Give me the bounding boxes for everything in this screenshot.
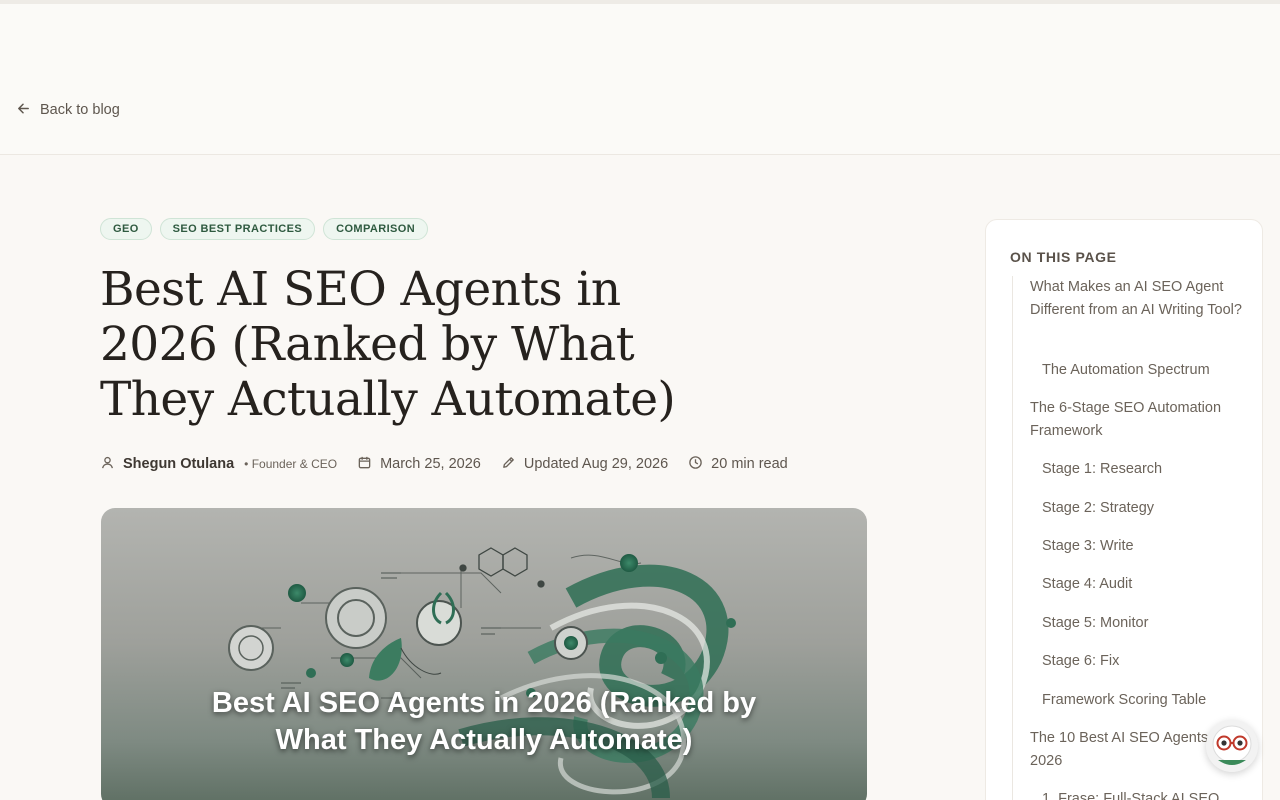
- clock-icon: [688, 455, 703, 474]
- toc-item-ai-seo-agent-vs-writing-tool[interactable]: What Makes an AI SEO Agent Different fro…: [1030, 276, 1242, 321]
- table-of-contents: ON THIS PAGE What Makes an AI SEO Agent …: [985, 219, 1263, 800]
- author-name[interactable]: Shegun Otulana: [123, 456, 234, 472]
- arrow-left-icon: [16, 101, 31, 120]
- tag-geo[interactable]: GEO: [100, 218, 152, 240]
- read-time: 20 min read: [711, 456, 788, 472]
- header-bar: Back to blog: [0, 4, 1280, 155]
- article-meta: Shegun Otulana • Founder & CEO March 25,…: [100, 452, 808, 476]
- published-date-meta: March 25, 2026: [357, 455, 481, 474]
- toc-item-framework-scoring-table[interactable]: Framework Scoring Table: [1042, 689, 1242, 712]
- toc-heading: ON THIS PAGE: [1010, 249, 1117, 265]
- toc-item-6-stage-framework[interactable]: The 6-Stage SEO Automation Framework: [1030, 397, 1242, 442]
- pencil-icon: [501, 455, 516, 474]
- toc-item-automation-spectrum[interactable]: The Automation Spectrum: [1042, 359, 1242, 382]
- author-role: • Founder & CEO: [244, 457, 338, 471]
- toc-item-stage-4[interactable]: Stage 4: Audit: [1042, 573, 1242, 596]
- author-meta: Shegun Otulana • Founder & CEO: [100, 455, 337, 474]
- read-time-meta: 20 min read: [688, 455, 788, 474]
- published-date: March 25, 2026: [380, 456, 481, 472]
- updated-date-meta: Updated Aug 29, 2026: [501, 455, 668, 474]
- tag-seo-best-practices[interactable]: SEO BEST PRACTICES: [159, 218, 316, 240]
- toc-item-10-best-agents[interactable]: The 10 Best AI SEO Agents 2026: [1030, 727, 1230, 772]
- toc-item-stage-5[interactable]: Stage 5: Monitor: [1042, 612, 1242, 635]
- back-to-blog-link[interactable]: Back to blog: [16, 99, 120, 121]
- tag-list: GEO SEO BEST PRACTICES COMPARISON: [100, 218, 429, 240]
- tag-comparison[interactable]: COMPARISON: [323, 218, 429, 240]
- updated-date: Updated Aug 29, 2026: [523, 456, 669, 472]
- toc-item-stage-1[interactable]: Stage 1: Research: [1042, 458, 1242, 481]
- user-icon: [100, 455, 115, 474]
- toc-item-stage-3[interactable]: Stage 3: Write: [1042, 535, 1242, 558]
- toc-divider: [1012, 276, 1013, 800]
- back-to-blog-label: Back to blog: [40, 102, 120, 118]
- calendar-icon: [357, 455, 372, 474]
- toc-item-stage-2[interactable]: Stage 2: Strategy: [1042, 497, 1242, 520]
- toc-item-frase[interactable]: 1. Frase: Full-Stack AI SEO: [1042, 788, 1242, 800]
- toc-item-stage-6[interactable]: Stage 6: Fix: [1042, 650, 1242, 673]
- article-title: Best AI SEO Agents in 2026 (Ranked by Wh…: [100, 262, 676, 427]
- chat-assistant-avatar[interactable]: [1206, 720, 1258, 772]
- robot-face-icon: [1206, 720, 1258, 772]
- hero-title: Best AI SEO Agents in 2026 (Ranked by Wh…: [211, 687, 757, 756]
- hero-image: Best AI SEO Agents in 2026 (Ranked by Wh…: [101, 508, 867, 800]
